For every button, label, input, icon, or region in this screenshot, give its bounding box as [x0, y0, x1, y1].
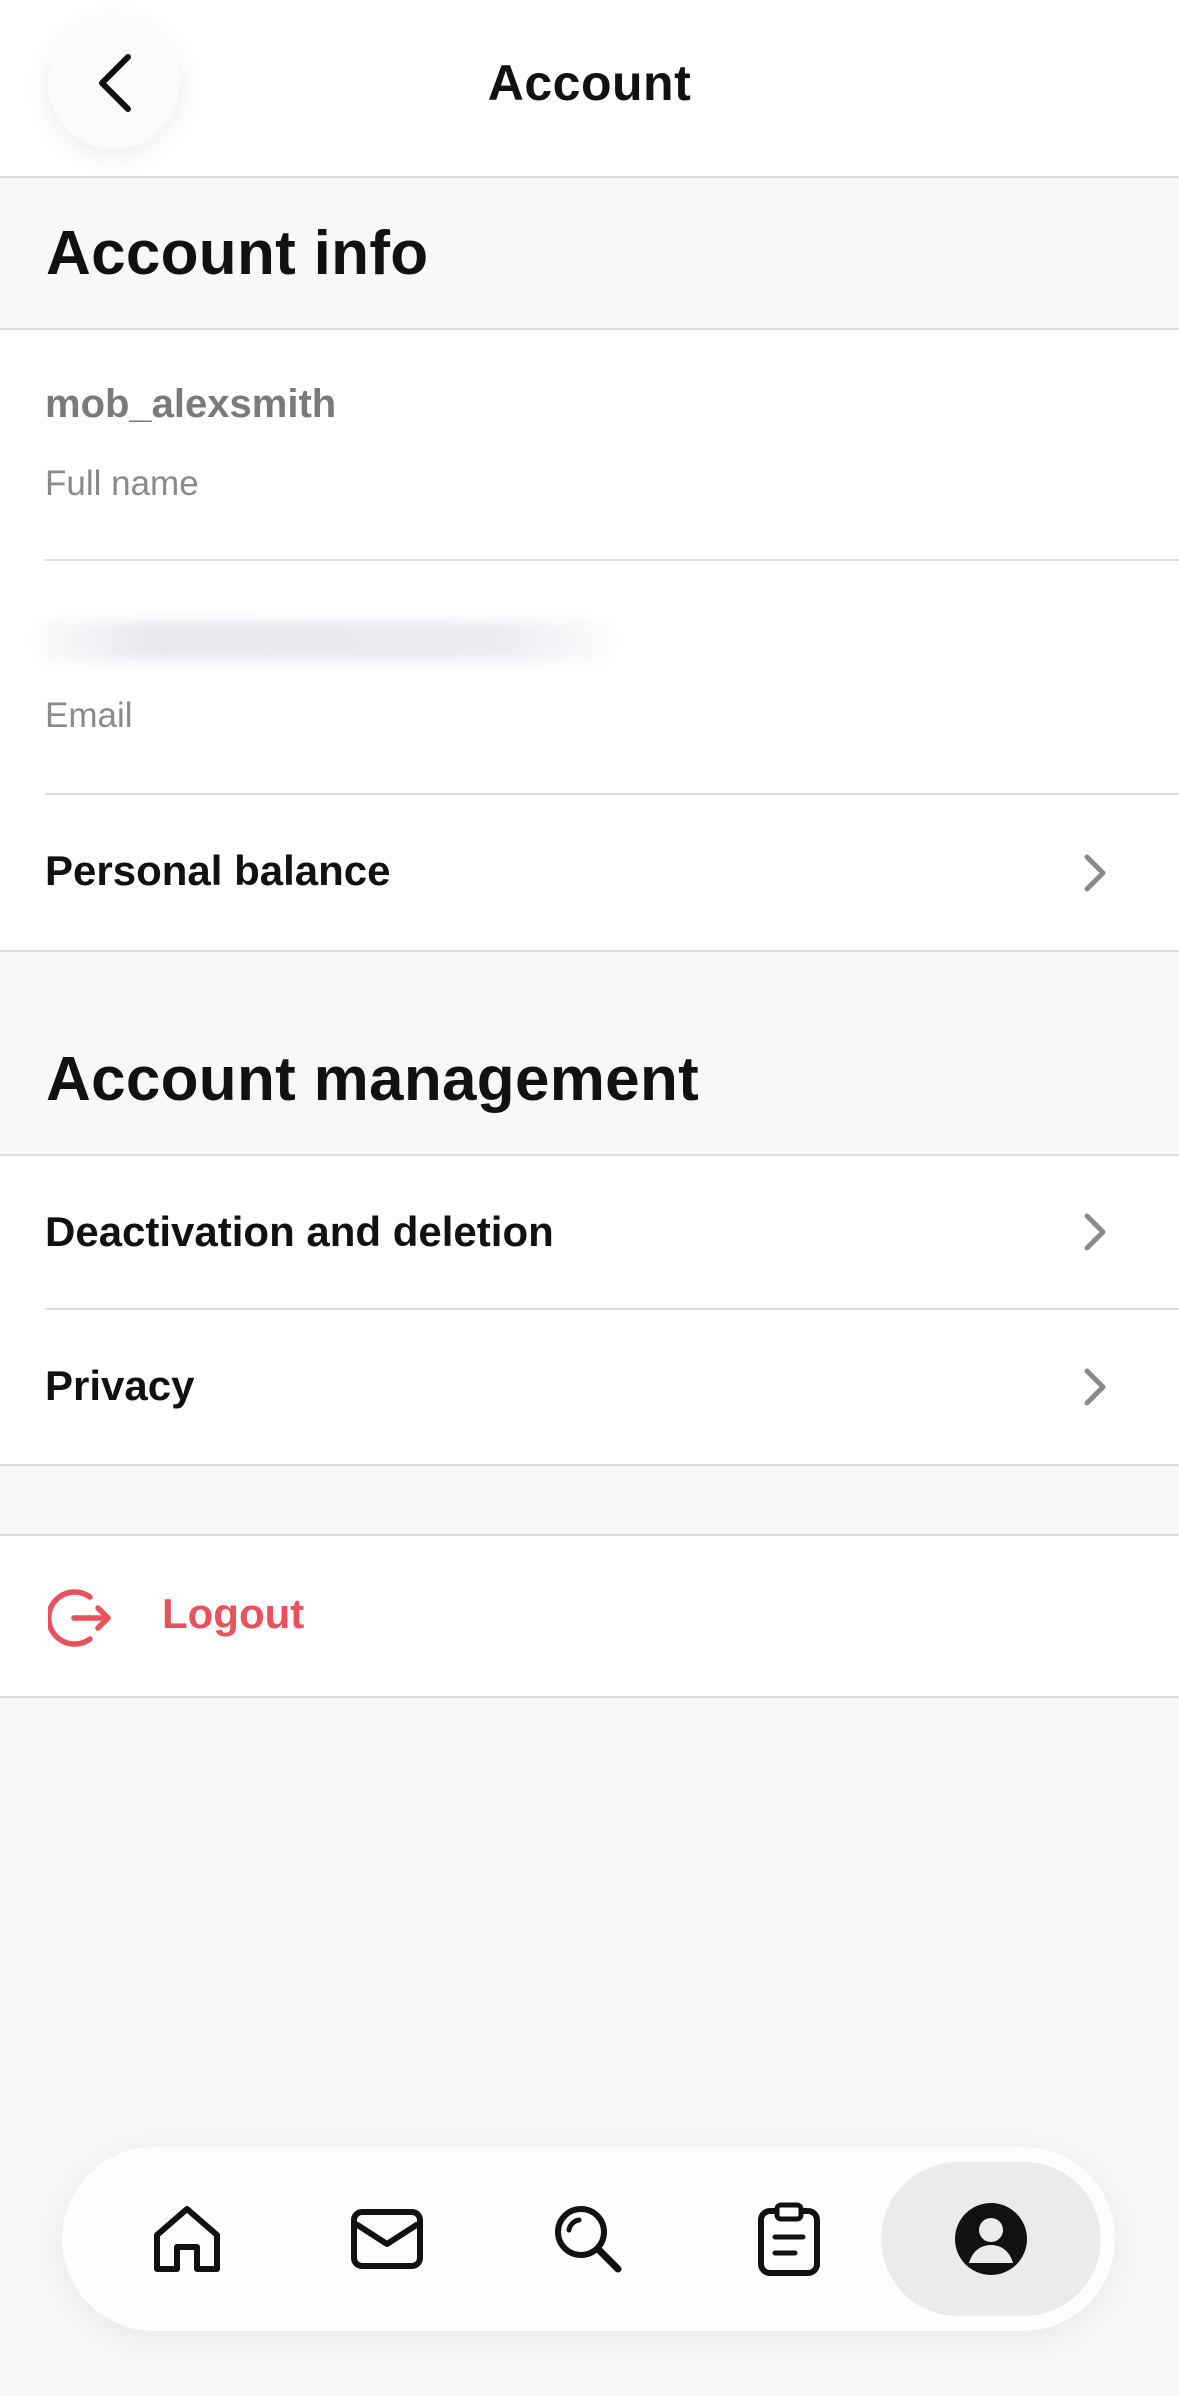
- tab-search[interactable]: [498, 2147, 678, 2331]
- logout-icon[interactable]: [48, 1585, 114, 1651]
- chevron-right-icon: [1079, 1210, 1111, 1254]
- account-info-header: Account info: [0, 178, 1179, 330]
- search-icon: [551, 2202, 625, 2276]
- account-management-block: Deactivation and deletion Privacy: [0, 1156, 1179, 1466]
- account-management-header: Account management: [0, 952, 1179, 1156]
- email-value-redacted: [38, 621, 614, 661]
- mail-icon: [349, 2206, 425, 2272]
- chevron-right-icon: [1079, 851, 1111, 895]
- account-info-block: mob_alexsmith Full name Email Personal b…: [0, 330, 1179, 952]
- privacy-label: Privacy: [45, 1362, 195, 1409]
- email-field[interactable]: Email: [0, 561, 1179, 793]
- profile-icon: [953, 2201, 1029, 2277]
- deactivation-deletion-row[interactable]: Deactivation and deletion: [0, 1156, 1179, 1308]
- home-icon: [149, 2201, 225, 2277]
- full-name-label: Full name: [45, 464, 199, 503]
- logout-button[interactable]: Logout: [162, 1590, 304, 1638]
- privacy-row[interactable]: Privacy: [0, 1310, 1179, 1464]
- tab-home[interactable]: [97, 2147, 277, 2331]
- full-name-field[interactable]: mob_alexsmith Full name: [0, 330, 1179, 560]
- personal-balance-label: Personal balance: [45, 847, 391, 894]
- top-bar: Account: [0, 0, 1179, 178]
- deactivation-deletion-label: Deactivation and deletion: [45, 1208, 554, 1255]
- tab-profile[interactable]: [881, 2162, 1101, 2316]
- section-title: Account info: [46, 219, 429, 288]
- back-button[interactable]: [48, 17, 180, 149]
- clipboard-icon: [756, 2201, 822, 2277]
- tab-messages[interactable]: [297, 2147, 477, 2331]
- email-label: Email: [45, 696, 133, 735]
- section-title: Account management: [46, 1045, 700, 1114]
- chevron-right-icon: [1079, 1365, 1111, 1409]
- full-name-value: mob_alexsmith: [45, 382, 337, 426]
- chevron-left-icon: [92, 51, 136, 115]
- personal-balance-row[interactable]: Personal balance: [0, 795, 1179, 950]
- tab-tasks[interactable]: [699, 2147, 879, 2331]
- bottom-tab-bar: [62, 2147, 1115, 2331]
